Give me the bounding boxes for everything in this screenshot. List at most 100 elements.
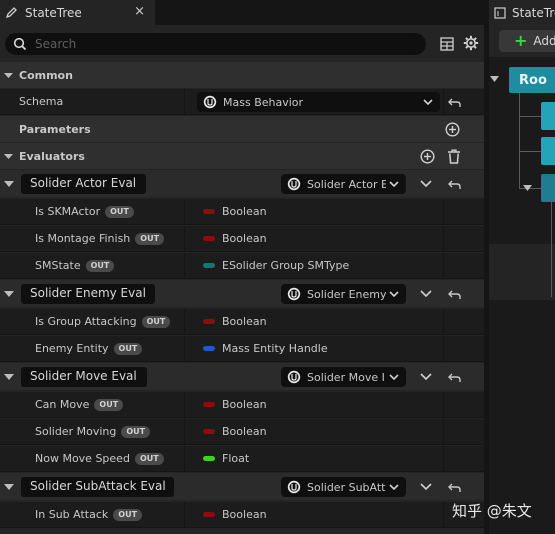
property-row: Solider Moving OUT Boolean xyxy=(0,419,484,445)
state-tree-canvas[interactable]: Roo xyxy=(489,57,555,534)
close-icon[interactable]: × xyxy=(134,4,145,19)
watermark: 知乎 @朱文 xyxy=(452,502,532,520)
property-type: Float xyxy=(222,452,250,465)
state-node[interactable] xyxy=(541,174,555,202)
property-row: Can Move OUT Boolean xyxy=(0,392,484,418)
property-type: ESolider Group SMType xyxy=(222,259,350,272)
statetree-graph-panel: StateTre + Add Roo xyxy=(484,0,555,534)
reset-arrow-icon[interactable] xyxy=(448,96,461,108)
property-name: Is SKMActor xyxy=(35,205,101,218)
collapse-arrow-icon[interactable] xyxy=(523,184,532,192)
ue-logo-icon xyxy=(287,287,301,301)
type-pill-icon xyxy=(203,346,215,351)
property-name: Solider Moving xyxy=(35,425,117,438)
state-node[interactable] xyxy=(541,102,555,130)
collapse-arrow-icon[interactable] xyxy=(4,482,14,491)
collapse-arrow-icon[interactable] xyxy=(4,372,14,381)
reset-arrow-icon[interactable] xyxy=(448,371,461,383)
collapse-arrow-icon xyxy=(4,72,13,78)
root-state-label: Roo xyxy=(519,72,547,88)
tab-title: StateTre xyxy=(512,5,555,20)
property-type: Boolean xyxy=(222,398,267,411)
add-parameter-icon[interactable] xyxy=(445,122,460,137)
evaluator-class-select[interactable]: Solider Move I xyxy=(281,367,406,387)
collapse-arrow-icon xyxy=(4,153,13,159)
trash-icon[interactable] xyxy=(447,149,461,164)
evaluator-row: Solider Actor Eval Solider Actor E xyxy=(0,170,484,197)
category-evaluators[interactable]: Evaluators xyxy=(0,143,484,169)
property-type: Boolean xyxy=(222,425,267,438)
property-name: Enemy Entity xyxy=(35,342,109,355)
evaluator-name-field[interactable]: Solider SubAttack Eval xyxy=(21,477,174,497)
out-badge: OUT xyxy=(113,508,143,521)
evaluator-class-select[interactable]: Solider Actor E xyxy=(281,174,406,194)
table-view-icon[interactable] xyxy=(440,37,454,51)
search-input[interactable]: Search xyxy=(5,33,426,55)
tab-statetree-graph[interactable]: StateTre xyxy=(489,0,555,25)
collapse-arrow-icon[interactable] xyxy=(4,289,14,298)
tab-statetree[interactable]: StateTree × xyxy=(0,0,155,25)
reset-arrow-icon[interactable] xyxy=(448,481,461,493)
property-row: Is SKMActor OUT Boolean xyxy=(0,199,484,225)
category-parameters[interactable]: Parameters xyxy=(0,116,484,142)
evaluator-class-select[interactable]: Solider Enemy xyxy=(281,284,406,304)
property-row: Is Group Attacking OUT Boolean xyxy=(0,309,484,335)
reset-arrow-icon[interactable] xyxy=(448,178,461,190)
out-badge: OUT xyxy=(85,259,115,272)
search-row: Search xyxy=(0,25,484,62)
ue-logo-icon xyxy=(203,95,217,109)
evaluator-name-field[interactable]: Solider Move Eval xyxy=(21,367,147,387)
evaluator-row: Solider Move Eval Solider Move I xyxy=(0,363,484,390)
schema-value: Mass Behavior xyxy=(223,95,304,109)
category-common[interactable]: Common xyxy=(0,62,484,88)
evaluator-class: Solider Enemy xyxy=(307,287,386,301)
property-type: Boolean xyxy=(222,508,267,521)
add-state-button[interactable]: + Add xyxy=(499,30,555,52)
property-row: SMState OUT ESolider Group SMType xyxy=(0,253,484,279)
chevron-down-icon xyxy=(389,181,399,188)
type-pill-icon xyxy=(203,456,215,461)
schema-select[interactable]: Mass Behavior xyxy=(197,92,440,112)
property-row: Enemy Entity OUT Mass Entity Handle xyxy=(0,336,484,362)
property-row: Is Montage Finish OUT Boolean xyxy=(0,226,484,252)
evaluator-name-field[interactable]: Solider Actor Eval xyxy=(21,174,146,194)
schema-row: Schema Mass Behavior xyxy=(0,89,484,115)
details-panel: StateTree × Search Common Schema Mass Be… xyxy=(0,0,484,534)
chevron-down-icon[interactable] xyxy=(420,372,432,382)
property-type: Boolean xyxy=(222,205,267,218)
evaluator-name-field[interactable]: Solider Enemy Eval xyxy=(21,284,155,304)
collapse-arrow-icon[interactable] xyxy=(4,179,14,188)
property-row: In Sub Attack OUT Boolean xyxy=(0,502,484,528)
chevron-down-icon xyxy=(389,374,399,381)
out-badge: OUT xyxy=(141,315,171,328)
chevron-down-icon[interactable] xyxy=(420,482,432,492)
gear-icon[interactable] xyxy=(463,35,479,51)
chevron-down-icon[interactable] xyxy=(420,179,432,189)
type-pill-icon xyxy=(203,209,215,214)
property-name: Now Move Speed xyxy=(35,452,130,465)
chevron-down-icon xyxy=(423,99,433,106)
plus-icon: + xyxy=(514,31,528,50)
tab-bar: StateTree × xyxy=(0,0,484,25)
property-name: SMState xyxy=(35,259,81,272)
collapse-arrow-icon[interactable] xyxy=(490,75,499,83)
tab-title: StateTree xyxy=(25,5,82,20)
evaluator-class-select[interactable]: Solider SubAtt xyxy=(281,477,406,497)
ue-logo-icon xyxy=(287,370,301,384)
type-pill-icon xyxy=(203,402,215,407)
schema-label: Schema xyxy=(19,95,64,108)
property-type: Mass Entity Handle xyxy=(222,342,328,355)
property-name: Is Montage Finish xyxy=(35,232,131,245)
out-badge: OUT xyxy=(94,398,124,411)
category-label: Parameters xyxy=(19,122,91,136)
search-placeholder: Search xyxy=(35,37,77,51)
state-node-root[interactable]: Roo xyxy=(509,67,555,93)
chevron-down-icon[interactable] xyxy=(420,289,432,299)
reset-arrow-icon[interactable] xyxy=(448,288,461,300)
add-evaluator-icon[interactable] xyxy=(420,149,435,164)
state-node[interactable] xyxy=(541,137,555,165)
evaluator-class: Solider SubAtt xyxy=(307,480,386,494)
evaluator-row: Solider SubAttack Eval Solider SubAtt xyxy=(0,473,484,500)
out-badge: OUT xyxy=(113,342,143,355)
out-badge: OUT xyxy=(105,205,134,218)
